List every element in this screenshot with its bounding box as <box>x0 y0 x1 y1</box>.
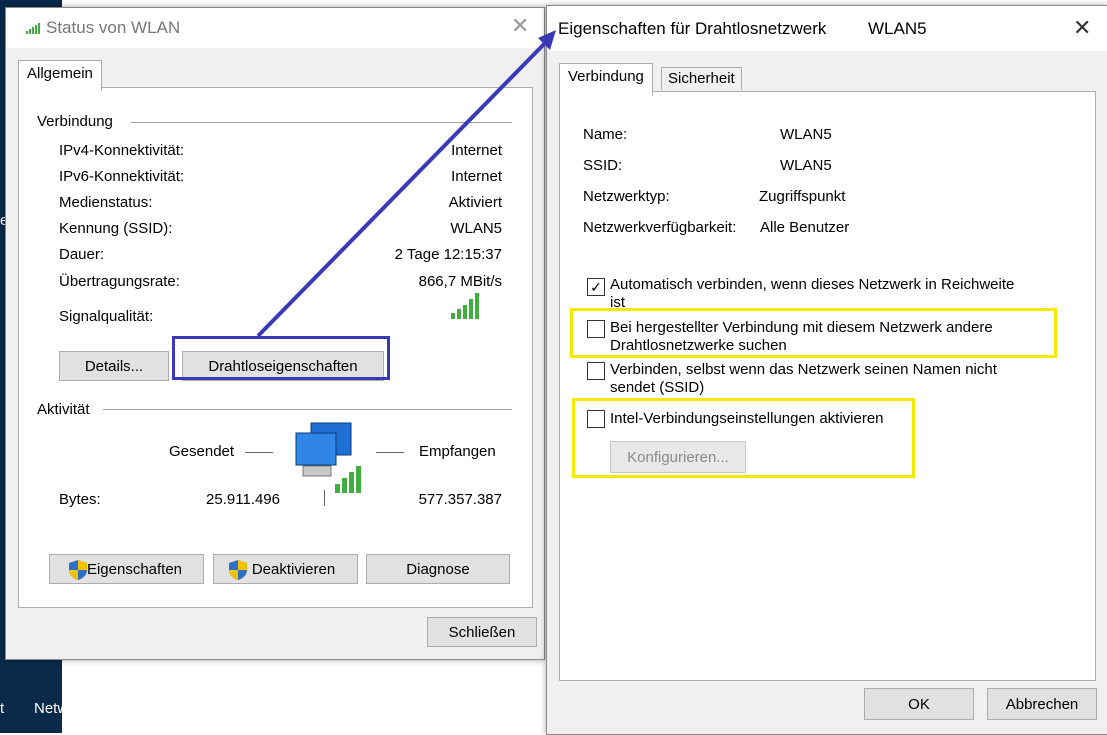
arrow-annotation <box>256 30 556 338</box>
tab-verbindung[interactable]: Verbindung <box>559 63 653 96</box>
tab-allgemein[interactable]: Allgemein <box>18 60 102 91</box>
